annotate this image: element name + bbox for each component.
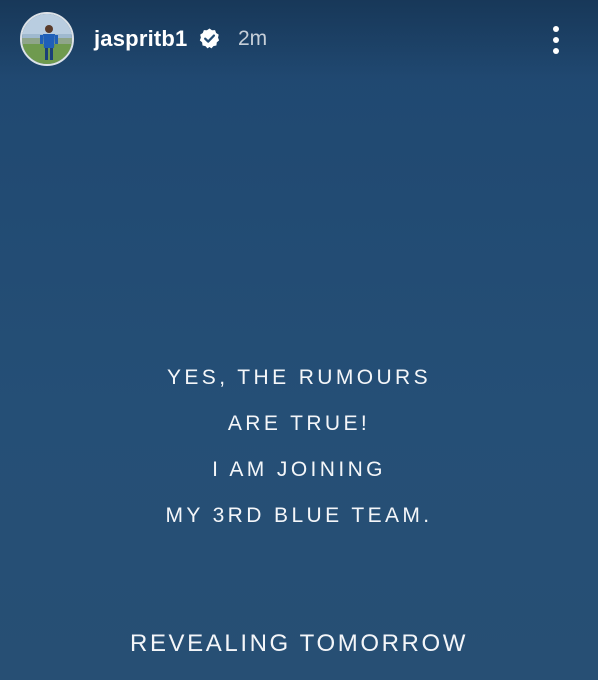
avatar[interactable] bbox=[20, 12, 74, 66]
story-text-line: I AM JOINING bbox=[212, 458, 386, 481]
more-options-button[interactable] bbox=[541, 22, 571, 58]
more-vertical-icon-dot bbox=[553, 37, 559, 43]
story-header: jaspritb1 2m bbox=[0, 0, 598, 80]
timestamp: 2m bbox=[238, 27, 268, 50]
more-vertical-icon-dot bbox=[553, 48, 559, 54]
more-vertical-icon bbox=[553, 26, 559, 32]
story-footer-text: REVEALING TOMORROW bbox=[130, 630, 468, 657]
story-text-line: MY 3RD BLUE TEAM. bbox=[165, 504, 433, 527]
story-text-line: ARE TRUE! bbox=[227, 412, 371, 435]
username[interactable]: jaspritb1 bbox=[94, 26, 188, 52]
profile-avatar-icon bbox=[22, 14, 72, 64]
verified-badge-icon bbox=[199, 28, 220, 49]
story-text-line: YES, THE RUMOURS bbox=[166, 366, 432, 389]
story-view: jaspritb1 2m YES, THE RUMOURS ARE TRUE! … bbox=[0, 0, 598, 680]
